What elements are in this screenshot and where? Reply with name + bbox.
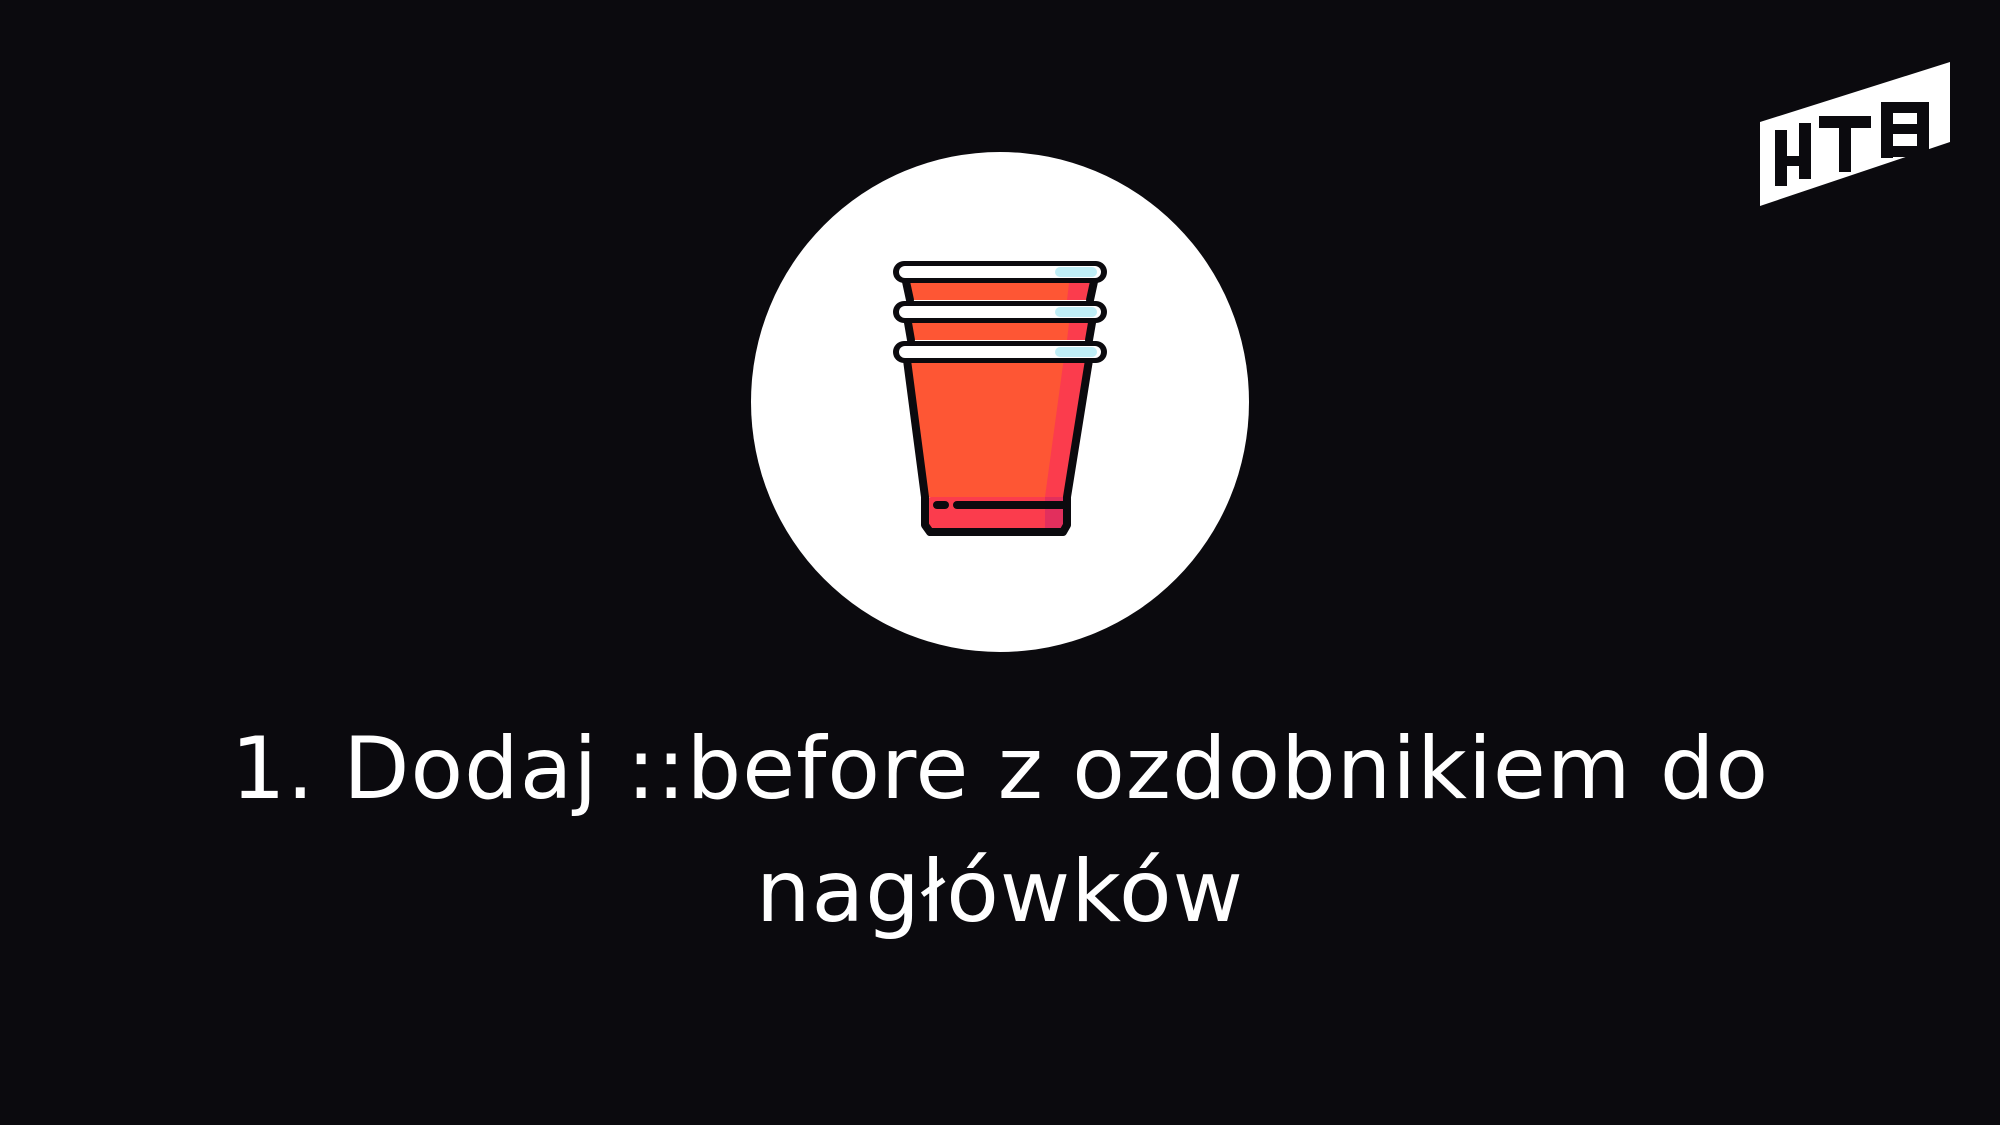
icon-circle <box>751 152 1249 652</box>
htb-logo <box>1760 62 1950 206</box>
slide: 1. Dodaj ::before z ozdobnikiem do nagłó… <box>0 0 2000 1125</box>
party-cups-icon <box>893 261 1107 536</box>
slide-title: 1. Dodaj ::before z ozdobnikiem do nagłó… <box>230 719 1770 942</box>
